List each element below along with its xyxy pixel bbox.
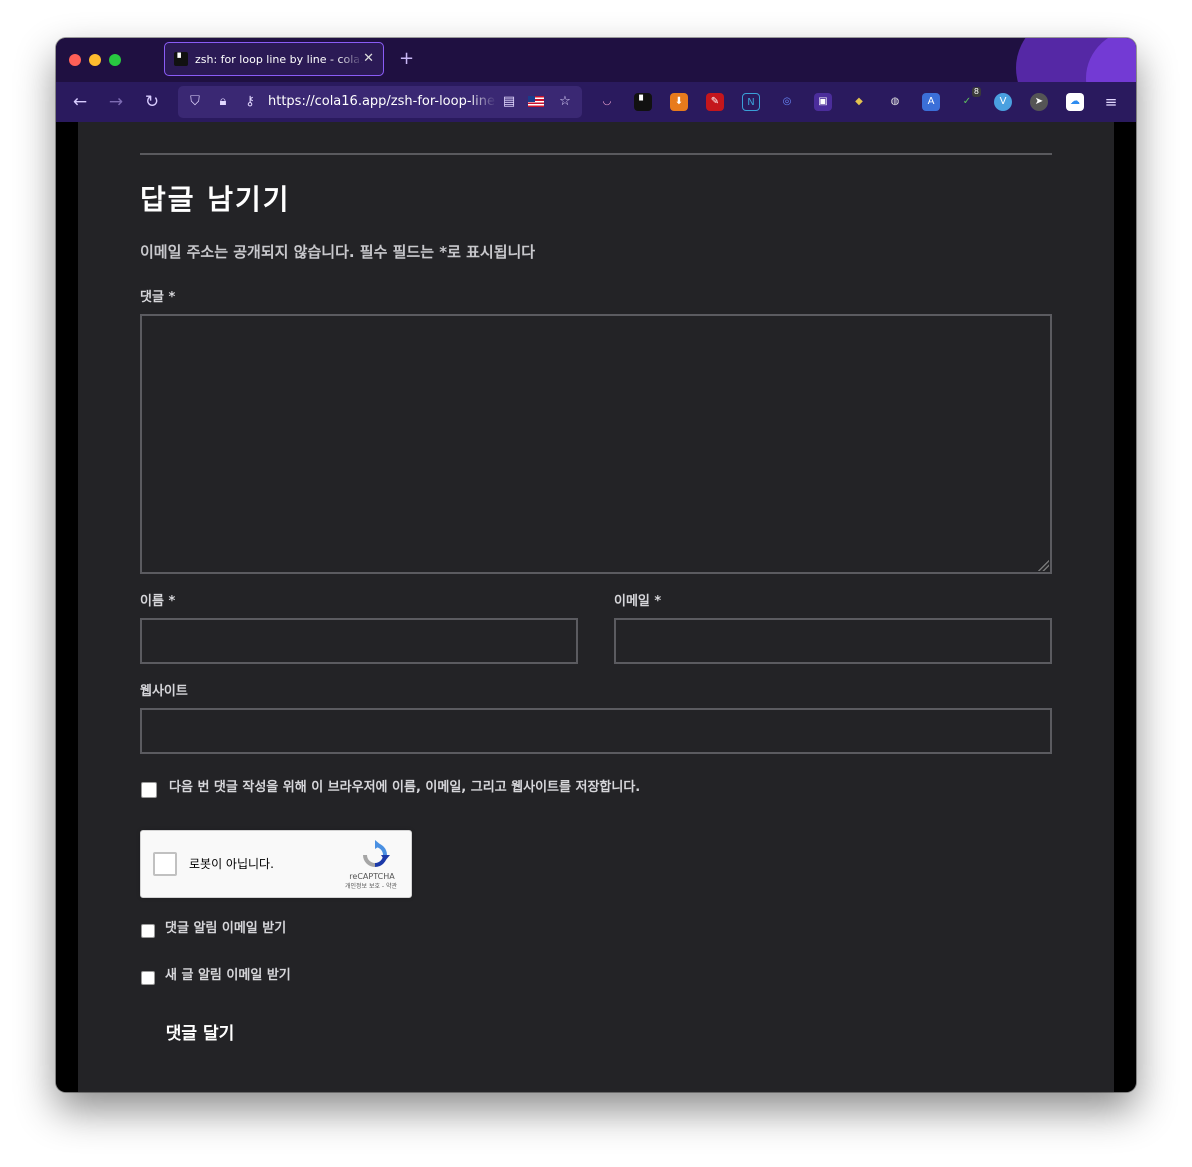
cloud-icon[interactable]: ☁ [1066,93,1084,111]
required-fields-note: 이메일 주소는 공개되지 않습니다. 필수 필드는 *로 표시됩니다 [140,243,536,261]
shield-icon[interactable]: ⛉ [186,93,204,111]
us-flag-icon[interactable] [528,96,544,107]
globe-icon[interactable]: ◍ [886,93,904,111]
address-bar[interactable]: ⛉ 🔒︎ ⚷ https://cola16.app/zsh-for-loop-l… [178,86,582,118]
reload-icon[interactable]: ↻ [142,92,162,112]
tab-bar: ▘ zsh: for loop line by line - cola16 ✕ … [56,38,1136,82]
browser-window: ▘ zsh: for loop line by line - cola16 ✕ … [56,38,1136,1092]
bookmark-star-icon[interactable]: ☆ [556,93,574,111]
site-favicon-icon: ▘ [174,52,188,66]
name-input[interactable] [140,618,578,664]
email-input[interactable] [614,618,1052,664]
site-extension-icon[interactable]: ▘ [634,93,652,111]
forward-arrow-icon[interactable]: → [106,92,126,112]
pdf-extension-icon[interactable]: ✎ [706,93,724,111]
tab-title: zsh: for loop line by line - cola16 [195,53,363,66]
comment-textarea[interactable] [140,314,1052,574]
comment-label: 댓글 * [140,290,176,305]
recaptcha-logo-icon [363,840,390,867]
vimeo-extension-icon[interactable]: V [994,93,1012,111]
screen-capture-icon[interactable]: ◎ [778,93,796,111]
notify-comments-checkbox[interactable] [141,924,155,938]
download-extension-icon[interactable]: ⬇ [670,93,688,111]
tab-manager-icon[interactable]: ▣ [814,93,832,111]
cursor-extension-icon[interactable]: ➤ [1030,93,1048,111]
email-label: 이메일 * [614,594,662,609]
back-arrow-icon[interactable]: ← [70,92,90,112]
notion-extension-icon[interactable]: N [742,93,760,111]
new-tab-button[interactable]: + [399,49,414,69]
navigation-toolbar: ← → ↻ ⛉ 🔒︎ ⚷ https://cola16.app/zsh-for-… [56,82,1136,122]
highlighter-icon[interactable]: ◆ [850,93,868,111]
maximize-window-button[interactable] [109,54,121,66]
reader-view-icon[interactable]: ▤ [500,93,518,111]
notify-posts-checkbox[interactable] [141,971,155,985]
pocket-icon[interactable]: ◡ [598,93,616,111]
close-window-button[interactable] [69,54,81,66]
url-text[interactable]: https://cola16.app/zsh-for-loop-line-by-… [268,94,496,110]
reply-heading: 답글 남기기 [140,183,291,216]
page-viewport: 답글 남기기 이메일 주소는 공개되지 않습니다. 필수 필드는 *로 표시됩니… [56,122,1136,1092]
extension-badge-count: 8 [971,87,981,97]
notify-comments-label: 댓글 알림 이메일 받기 [165,921,287,936]
save-info-checkbox[interactable] [141,782,157,798]
notify-posts-label: 새 글 알림 이메일 받기 [165,968,291,983]
divider [140,153,1052,155]
website-input[interactable] [140,708,1052,754]
website-label: 웹사이트 [140,684,188,699]
translate-icon[interactable]: A [922,93,940,111]
permissions-icon[interactable]: ⚷ [241,93,259,111]
comment-section: 답글 남기기 이메일 주소는 공개되지 않습니다. 필수 필드는 *로 표시됩니… [78,122,1114,1092]
recaptcha-checkbox[interactable] [153,852,177,876]
close-tab-icon[interactable]: ✕ [363,51,374,67]
recaptcha-terms-link[interactable]: 개인정보 보호 - 약관 [331,883,411,891]
lock-icon[interactable]: 🔒︎ [214,93,232,111]
save-info-label: 다음 번 댓글 작성을 위해 이 브라우저에 이름, 이메일, 그리고 웹사이트… [169,780,641,795]
minimize-window-button[interactable] [89,54,101,66]
recaptcha-brand: reCAPTCHA [349,872,395,881]
recaptcha-widget: 로봇이 아닙니다. reCAPTCHA 개인정보 보호 - 약관 [140,830,412,898]
tab-active[interactable]: ▘ zsh: for loop line by line - cola16 ✕ [164,42,384,76]
adblock-shield-icon[interactable]: ✓ 8 [958,87,981,111]
resize-handle-icon[interactable] [1038,560,1049,571]
submit-comment-button[interactable]: 댓글 달기 [140,1012,260,1056]
menu-hamburger-icon[interactable]: ≡ [1102,93,1120,111]
name-label: 이름 * [140,594,176,609]
recaptcha-label: 로봇이 아닙니다. [189,857,274,871]
